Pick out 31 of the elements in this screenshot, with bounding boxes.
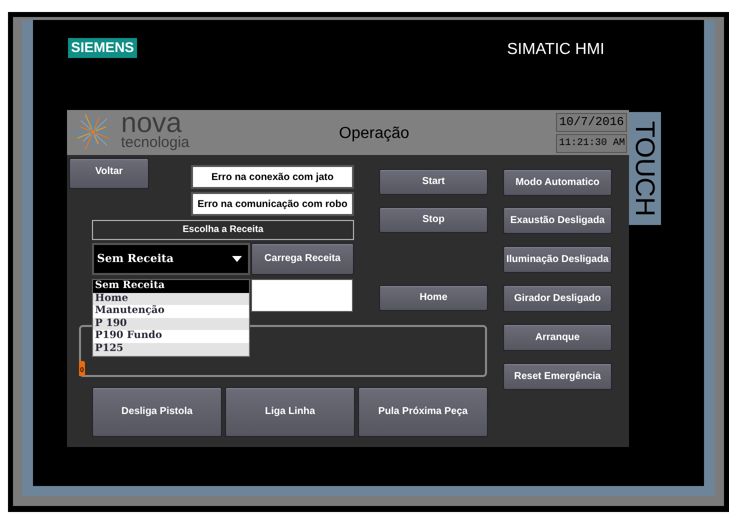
action-button[interactable]: Pula Próxima Peça	[358, 387, 488, 437]
mode-button[interactable]: Girador Desligado	[503, 285, 612, 312]
logo-subtitle: tecnologia	[121, 134, 190, 152]
alarm-message: Erro na comunicação com robo	[191, 192, 354, 216]
recipe-option[interactable]: P 190	[93, 318, 249, 330]
control-button[interactable]: Start	[379, 169, 488, 195]
recipe-dropdown[interactable]: Sem Receita	[92, 243, 250, 275]
screen-title: Operação	[339, 124, 410, 144]
mode-button[interactable]: Arranque	[503, 324, 612, 351]
mode-button[interactable]: Reset Emergência	[503, 363, 612, 390]
mode-button[interactable]: Exaustão Desligada	[503, 207, 612, 234]
recipe-label: Escolha a Receita	[92, 220, 354, 240]
date-display: 10/7/2016	[556, 113, 627, 132]
alarm-message: Erro na conexão com jato	[191, 165, 354, 189]
model-label: SIMATIC HMI	[507, 40, 604, 60]
recipe-option[interactable]: Sem Receita	[93, 280, 249, 293]
action-button[interactable]: Liga Linha	[225, 387, 355, 437]
recipe-option[interactable]: P125	[93, 342, 249, 356]
control-button[interactable]: Home	[379, 285, 488, 311]
recipe-option[interactable]: Home	[93, 292, 249, 306]
back-button[interactable]: Voltar	[69, 158, 149, 189]
mode-button[interactable]: Modo Automatico	[503, 169, 612, 196]
side-label: TOUCH	[629, 112, 661, 225]
load-recipe-button[interactable]: Carrega Receita	[251, 243, 354, 275]
brand-logo: SIEMENS	[68, 38, 138, 58]
time-display: 11:21:30 AM	[556, 134, 627, 153]
action-button[interactable]: Desliga Pistola	[92, 387, 222, 437]
control-button[interactable]: Stop	[379, 207, 488, 233]
logo-name: nova	[121, 112, 182, 134]
mode-button[interactable]: Iluminação Desligada	[503, 246, 612, 273]
caret-icon	[232, 256, 242, 262]
